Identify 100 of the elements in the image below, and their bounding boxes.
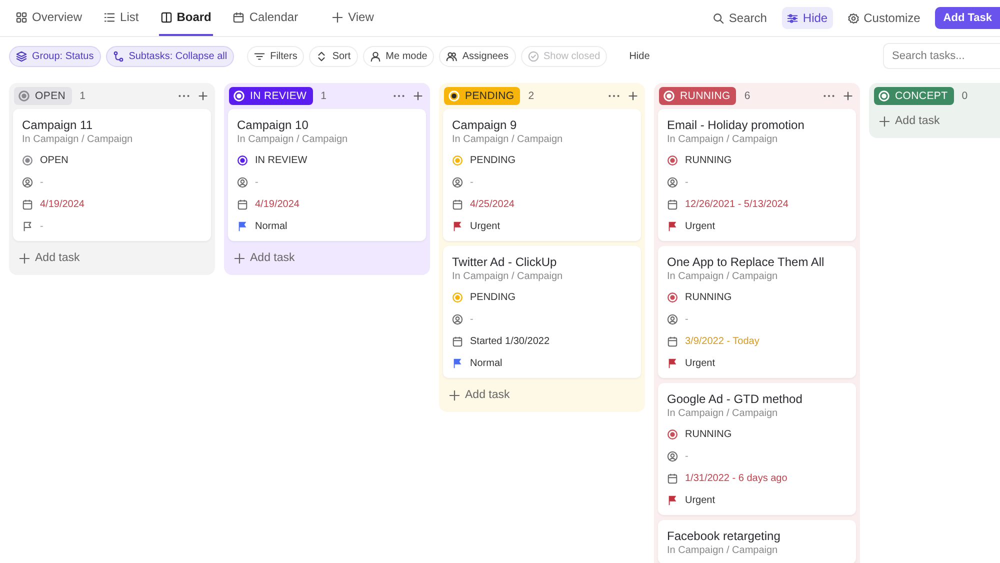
add-task-button[interactable]: Add task xyxy=(873,109,946,131)
task-count: 2 xyxy=(528,90,534,102)
toolbar-button[interactable]: Hide xyxy=(622,46,657,66)
task-assignee: - xyxy=(685,450,688,462)
add-task-button[interactable]: Add task xyxy=(443,383,516,405)
more-icon[interactable] xyxy=(393,94,405,98)
task-card[interactable]: Google Ad - GTD method In Campaign / Campaign RUNNING - 1/31/2022 - 6 days ago Urgent xyxy=(658,383,856,515)
plus-icon[interactable] xyxy=(413,91,423,101)
people-icon xyxy=(446,50,458,62)
task-count: 1 xyxy=(320,90,326,102)
calendar-icon xyxy=(667,198,678,210)
task-date: 4/19/2024 xyxy=(40,198,84,210)
view-tab[interactable]: Overview xyxy=(14,0,84,36)
task-title: Twitter Ad - ClickUp xyxy=(452,254,558,270)
task-location: In Campaign / Campaign xyxy=(452,270,564,284)
status-pill[interactable]: PENDING xyxy=(444,87,520,105)
sort-icon xyxy=(316,50,328,62)
task-priority: - xyxy=(40,220,44,232)
person-icon xyxy=(667,176,678,188)
task-date: Started 1/30/2022 xyxy=(470,336,550,346)
add-task-button[interactable]: Add task xyxy=(228,246,301,268)
more-icon[interactable] xyxy=(608,94,620,98)
task-date: 12/26/2021 - 5/13/2024 xyxy=(685,198,788,210)
plus-icon xyxy=(879,116,890,126)
header-action[interactable]: Customize xyxy=(842,7,926,29)
status-pill[interactable]: RUNNING xyxy=(659,87,736,105)
view-tab[interactable]: Board xyxy=(158,0,214,36)
toolbar-button[interactable]: Me mode xyxy=(362,46,434,66)
status-icon xyxy=(18,90,30,102)
task-location: In Campaign / Campaign xyxy=(452,133,564,147)
task-card[interactable]: Email - Holiday promotion In Campaign / Campaign RUNNING - 12/26/2021 - 5/13/2024 Urgent xyxy=(658,109,856,241)
check-circle-icon xyxy=(528,50,538,62)
plus-icon xyxy=(234,252,245,264)
view-tab[interactable]: View xyxy=(330,0,376,36)
status-pill[interactable]: OPEN xyxy=(14,87,72,105)
plus-icon[interactable] xyxy=(843,91,853,101)
calendar-icon xyxy=(667,336,678,346)
header-action[interactable]: Search xyxy=(708,7,772,29)
task-card[interactable]: Twitter Ad - ClickUp In Campaign / Campaign PENDING - Started 1/30/2022 Normal xyxy=(443,246,641,378)
task-card[interactable]: Campaign 10 In Campaign / Campaign IN REVIEW - 4/19/2024 Normal xyxy=(228,109,426,241)
task-assignee: - xyxy=(40,176,44,188)
person-icon xyxy=(667,450,678,462)
task-priority: Urgent xyxy=(685,220,716,232)
header-action[interactable]: Hide xyxy=(782,7,833,29)
calendar-icon xyxy=(452,336,463,346)
toolbar-button[interactable]: Subtasks: Collapse all xyxy=(106,46,234,66)
task-status: RUNNING xyxy=(685,154,732,166)
task-count: 6 xyxy=(744,90,750,102)
task-status: PENDING xyxy=(470,154,516,166)
task-card[interactable]: One App to Replace Them All In Campaign / Campaign RUNNING - 3/9/2022 - Today Urgent xyxy=(658,246,856,378)
person-icon xyxy=(452,176,463,188)
plus-icon[interactable] xyxy=(198,91,208,101)
calendar-icon xyxy=(667,472,678,484)
task-card[interactable]: Facebook retargeting In Campaign / Campaign xyxy=(658,520,856,563)
board-icon xyxy=(160,12,172,22)
subtasks-icon xyxy=(112,50,124,62)
view-tab[interactable]: List xyxy=(102,0,141,36)
layers-icon xyxy=(16,50,27,62)
view-tab[interactable]: Calendar xyxy=(231,0,300,36)
person-icon xyxy=(237,176,248,188)
toolbar-button[interactable]: Assignees xyxy=(439,46,516,66)
task-priority: Normal xyxy=(255,220,288,232)
person-icon xyxy=(667,314,678,324)
status-pill[interactable]: IN REVIEW xyxy=(229,87,313,105)
calendar-icon xyxy=(452,198,463,210)
add-task-button[interactable]: Add Task xyxy=(935,7,1000,29)
toolbar-button[interactable]: Sort xyxy=(309,46,358,66)
status-icon xyxy=(448,90,460,102)
task-title: Facebook retargeting xyxy=(667,528,782,544)
plus-icon[interactable] xyxy=(628,91,638,101)
task-card[interactable]: Campaign 11 In Campaign / Campaign OPEN - 4/19/2024 - xyxy=(13,109,211,241)
task-date: 4/25/2024 xyxy=(470,198,514,210)
toolbar-button[interactable]: Group: Status xyxy=(9,46,101,66)
person-icon xyxy=(452,314,463,324)
task-location: In Campaign / Campaign xyxy=(667,544,779,558)
plus-icon xyxy=(19,252,30,264)
task-status: OPEN xyxy=(40,154,68,166)
toolbar-button[interactable]: Filters xyxy=(247,46,304,66)
status-icon xyxy=(663,90,675,102)
sliders-icon xyxy=(786,12,798,24)
task-location: In Campaign / Campaign xyxy=(22,133,134,147)
task-title: One App to Replace Them All xyxy=(667,254,826,270)
task-title: Campaign 9 xyxy=(452,117,518,133)
person-icon xyxy=(22,176,33,188)
task-status: RUNNING xyxy=(685,292,732,302)
more-icon[interactable] xyxy=(178,94,190,98)
task-assignee: - xyxy=(255,176,258,188)
task-status: IN REVIEW xyxy=(255,154,308,166)
calendar-icon xyxy=(233,12,244,22)
task-priority: Urgent xyxy=(685,358,716,368)
status-pill[interactable]: CONCEPT xyxy=(874,87,954,105)
task-card[interactable]: Campaign 9 In Campaign / Campaign PENDING - 4/25/2024 Urgent xyxy=(443,109,641,241)
more-icon[interactable] xyxy=(823,94,835,98)
search-field[interactable]: Search tasks... xyxy=(883,43,1000,69)
person-icon xyxy=(370,50,381,62)
filter-icon xyxy=(254,50,266,62)
task-status: RUNNING xyxy=(685,428,732,440)
add-task-button[interactable]: Add task xyxy=(13,246,86,268)
task-location: In Campaign / Campaign xyxy=(667,133,779,147)
plus-icon xyxy=(449,390,460,400)
